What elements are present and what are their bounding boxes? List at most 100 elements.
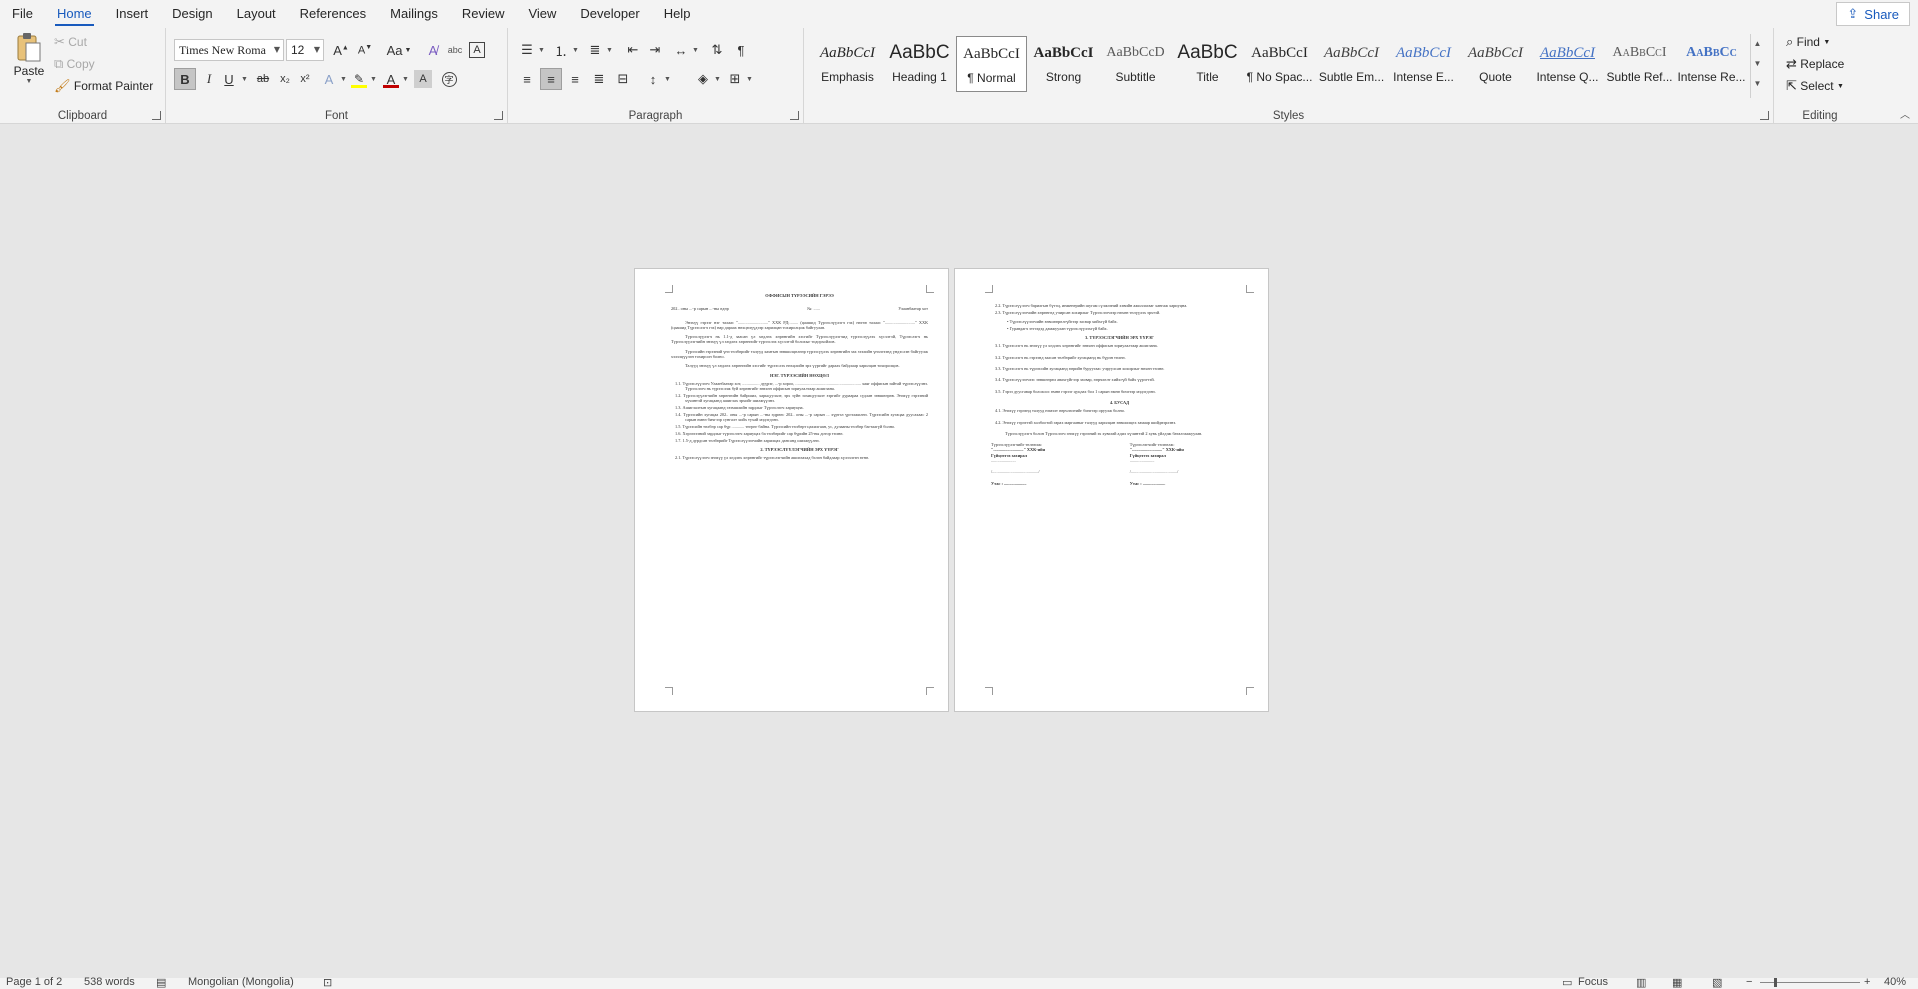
underline-dropdown-icon[interactable]: ▼: [241, 76, 248, 83]
menu-review[interactable]: Review: [450, 0, 517, 28]
italic-button[interactable]: I: [198, 68, 220, 90]
menu-file[interactable]: File: [0, 0, 45, 28]
align-right-button[interactable]: ≡: [564, 68, 586, 90]
menu-help[interactable]: Help: [652, 0, 703, 28]
copy-button[interactable]: ⧉ Copy: [54, 56, 95, 72]
character-border-button[interactable]: A: [469, 42, 485, 58]
sort-button[interactable]: ⇅: [706, 39, 728, 61]
zoom-slider-thumb[interactable]: [1774, 978, 1777, 987]
collapse-ribbon-icon[interactable]: ︿: [1900, 106, 1910, 121]
character-shading-button[interactable]: A: [414, 70, 432, 88]
style-emphasis[interactable]: AaBbCcI Emphasis: [812, 36, 883, 92]
language-indicator[interactable]: Mongolian (Mongolia): [188, 976, 294, 988]
clipboard-launcher-icon[interactable]: [152, 111, 161, 120]
find-button[interactable]: ⌕ Find ▼: [1786, 34, 1830, 50]
menu-references[interactable]: References: [288, 0, 378, 28]
menu-home[interactable]: Home: [45, 0, 104, 28]
numbering-dropdown-icon[interactable]: ▼: [572, 47, 579, 54]
share-button[interactable]: ⇪ Share: [1836, 2, 1910, 26]
zoom-in-icon[interactable]: +: [1864, 976, 1870, 988]
print-layout-icon[interactable]: ▦: [1672, 976, 1682, 989]
borders-button[interactable]: ⊞: [724, 68, 746, 90]
justify-button[interactable]: ≣: [588, 68, 610, 90]
menu-developer[interactable]: Developer: [568, 0, 651, 28]
shrink-font-button[interactable]: A▼: [354, 39, 376, 61]
superscript-button[interactable]: x²: [294, 68, 316, 90]
distributed-button[interactable]: ⊟: [612, 68, 634, 90]
style-strong[interactable]: AaBbCcI Strong: [1028, 36, 1099, 92]
web-layout-icon[interactable]: ▧: [1712, 976, 1722, 989]
bullets-button[interactable]: ☰: [516, 39, 538, 61]
style-intense-quote[interactable]: AaBbCcI Intense Q...: [1532, 36, 1603, 92]
line-spacing-dropdown-icon[interactable]: ▼: [664, 76, 671, 83]
shading-dropdown-icon[interactable]: ▼: [714, 76, 721, 83]
zoom-out-icon[interactable]: −: [1746, 976, 1752, 988]
text-effects-dropdown-icon[interactable]: ▼: [340, 76, 347, 83]
font-name-combo[interactable]: Times New Roma ▼: [174, 39, 284, 61]
style-no-spacing[interactable]: AaBbCcI ¶ No Spac...: [1244, 36, 1315, 92]
font-color-dropdown-icon[interactable]: ▼: [402, 76, 409, 83]
multilevel-list-button[interactable]: ≣: [584, 39, 606, 61]
gallery-more-icon[interactable]: ▼: [1751, 74, 1764, 94]
proofing-icon[interactable]: ▤: [156, 976, 166, 989]
numbering-button[interactable]: ⒈: [550, 39, 572, 61]
align-left-button[interactable]: ≡: [516, 68, 538, 90]
zoom-level[interactable]: 40%: [1884, 976, 1906, 988]
menu-view[interactable]: View: [516, 0, 568, 28]
multilevel-dropdown-icon[interactable]: ▼: [606, 47, 613, 54]
text-direction-dropdown-icon[interactable]: ▼: [692, 47, 699, 54]
menu-design[interactable]: Design: [160, 0, 224, 28]
text-effects-button[interactable]: A: [318, 68, 340, 90]
menu-insert[interactable]: Insert: [104, 0, 161, 28]
style-normal[interactable]: AaBbCcI ¶ Normal: [956, 36, 1027, 92]
phonetic-guide-button[interactable]: abc: [444, 39, 466, 61]
style-quote[interactable]: AaBbCcI Quote: [1460, 36, 1531, 92]
font-launcher-icon[interactable]: [494, 111, 503, 120]
replace-button[interactable]: ⇄ Replace: [1786, 56, 1844, 72]
change-case-button[interactable]: Aa ▼: [384, 39, 414, 61]
styles-gallery-scroller[interactable]: ▲ ▼ ▼: [1750, 34, 1764, 98]
document-area[interactable]: ОФФИСЫН ТҮРЭЭСИЙН ГЭРЭЭ 202.. оны ...-р …: [0, 125, 1918, 978]
text-direction-button[interactable]: ↔: [670, 39, 692, 61]
page-indicator[interactable]: Page 1 of 2: [6, 976, 62, 988]
enclose-characters-button[interactable]: 字: [438, 68, 460, 90]
paragraph-launcher-icon[interactable]: [790, 111, 799, 120]
clear-formatting-button[interactable]: A̸: [422, 39, 444, 61]
styles-launcher-icon[interactable]: [1760, 111, 1769, 120]
strikethrough-button[interactable]: ab: [252, 68, 274, 90]
font-size-combo[interactable]: 12 ▼: [286, 39, 324, 61]
subscript-button[interactable]: x₂: [274, 68, 296, 90]
format-painter-button[interactable]: 🖌 Format Painter: [54, 78, 153, 94]
decrease-indent-button[interactable]: ⇤: [622, 39, 644, 61]
cut-button[interactable]: ✂ Cut: [54, 34, 87, 50]
select-button[interactable]: ⇱ Select ▼: [1786, 78, 1844, 94]
style-subtle-emphasis[interactable]: AaBbCcI Subtle Em...: [1316, 36, 1387, 92]
read-mode-icon[interactable]: ▥: [1636, 976, 1646, 989]
paste-button[interactable]: Paste ▼: [10, 32, 48, 92]
style-subtitle[interactable]: AaBbCcD Subtitle: [1100, 36, 1171, 92]
menu-layout[interactable]: Layout: [225, 0, 288, 28]
macro-icon[interactable]: ⊡: [323, 976, 332, 989]
style-intense-reference[interactable]: AaBbCc Intense Re...: [1676, 36, 1747, 92]
style-title[interactable]: AaBbC Title: [1172, 36, 1243, 92]
chevron-down-icon[interactable]: ▼: [1751, 54, 1764, 74]
chevron-up-icon[interactable]: ▲: [1751, 34, 1764, 54]
menu-mailings[interactable]: Mailings: [378, 0, 450, 28]
focus-button[interactable]: Focus: [1578, 976, 1608, 988]
page-2[interactable]: 2.2. Түрээслүүлэгч барилгын бүтэц, инжен…: [954, 268, 1269, 712]
focus-icon[interactable]: ▭: [1562, 976, 1572, 989]
word-count[interactable]: 538 words: [84, 976, 135, 988]
line-spacing-button[interactable]: ↕: [642, 68, 664, 90]
underline-button[interactable]: U: [218, 68, 240, 90]
page-1[interactable]: ОФФИСЫН ТҮРЭЭСИЙН ГЭРЭЭ 202.. оны ...-р …: [634, 268, 949, 712]
bold-button[interactable]: B: [174, 68, 196, 90]
highlight-button[interactable]: ✎: [348, 68, 370, 90]
paste-dropdown-icon[interactable]: ▼: [26, 78, 33, 85]
align-center-button[interactable]: ≡: [540, 68, 562, 90]
style-heading-1[interactable]: AaBbC Heading 1: [884, 36, 955, 92]
grow-font-button[interactable]: A▲: [330, 39, 352, 61]
style-intense-emphasis[interactable]: AaBbCcI Intense E...: [1388, 36, 1459, 92]
increase-indent-button[interactable]: ⇥: [644, 39, 666, 61]
font-color-button[interactable]: A: [380, 68, 402, 90]
highlight-dropdown-icon[interactable]: ▼: [370, 76, 377, 83]
